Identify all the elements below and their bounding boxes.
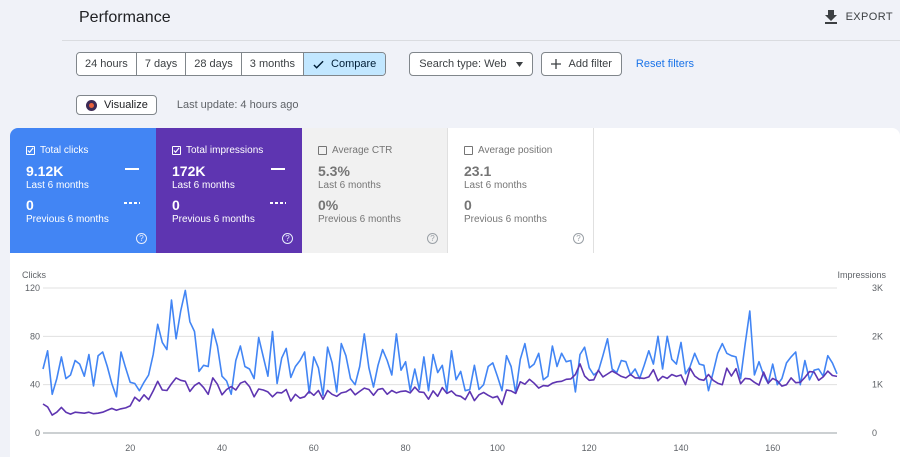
range-28-days[interactable]: 28 days [186,53,242,75]
y-axis-left-label: Clicks [22,270,46,280]
y-left-tick-label: 40 [30,380,40,390]
x-tick-label: 60 [309,443,319,453]
export-label: EXPORT [845,11,893,23]
page-header: Performance EXPORT [62,0,900,41]
export-button[interactable]: EXPORT [824,10,893,24]
visualize-row: Visualize Last update: 4 hours ago [76,95,299,115]
caret-down-icon [515,61,523,67]
x-tick-label: 100 [490,443,505,453]
visualize-label: Visualize [104,99,148,111]
add-filter-label: Add filter [568,58,612,70]
search-type-label: Search type: Web [419,58,507,70]
visualize-icon [86,99,97,111]
date-filter-row: 24 hours 7 days 28 days 3 months Compare… [76,52,694,76]
x-tick-label: 120 [582,443,597,453]
visualize-button[interactable]: Visualize [76,95,157,115]
clicks-series-line [42,289,838,398]
reset-filters-link[interactable]: Reset filters [636,58,694,70]
download-icon [824,10,837,24]
performance-chart[interactable]: Clicks Impressions 120 3K 80 2K 40 1K 0 0 20 40 60 80… [10,128,900,457]
x-tick-label: 140 [673,443,688,453]
search-type-dropdown[interactable]: Search type: Web [409,52,533,76]
range-3-months[interactable]: 3 months [241,53,305,75]
compare-label: Compare [331,58,377,70]
y-left-tick-label: 120 [25,283,40,293]
range-24-hours[interactable]: 24 hours [77,53,137,75]
y-right-tick-label: 2K [872,331,883,341]
y-left-tick-label: 0 [35,428,40,438]
y-right-tick-label: 1K [872,380,883,390]
y-axis-right-label: Impressions [837,270,886,280]
performance-card: Total clicks 9.12K Last 6 months 0 Previ… [10,128,900,457]
y-left-tick-label: 80 [30,331,40,341]
x-tick-label: 20 [125,443,135,453]
y-right-tick-label: 0 [872,428,877,438]
check-icon [313,60,324,69]
compare-button[interactable]: Compare [304,53,386,75]
impressions-series-line [42,363,838,416]
page-title: Performance [79,9,171,26]
x-tick-label: 40 [217,443,227,453]
range-7-days[interactable]: 7 days [136,53,187,75]
last-update-text: Last update: 4 hours ago [176,99,299,111]
y-right-tick-label: 3K [872,283,883,293]
add-filter-button[interactable]: Add filter [540,52,622,76]
x-tick-label: 160 [765,443,780,453]
plus-icon [550,59,561,69]
x-tick-label: 80 [401,443,411,453]
date-range-selector: 24 hours 7 days 28 days 3 months Compare [76,52,387,76]
